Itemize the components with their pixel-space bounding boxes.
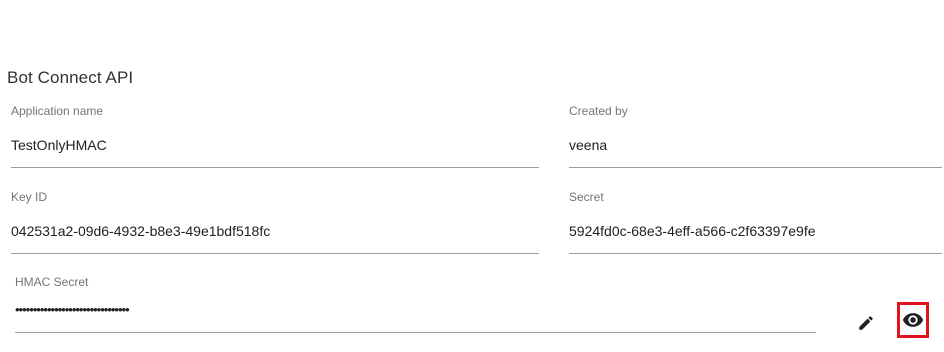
- application-name-value: TestOnlyHMAC: [11, 137, 107, 153]
- key-id-value: 042531a2-09d6-4932-b8e3-49e1bdf518fc: [11, 223, 271, 239]
- key-id-underline: [11, 253, 539, 254]
- application-name-underline: [11, 167, 539, 168]
- edit-hmac-secret-button[interactable]: [850, 307, 882, 339]
- created-by-label: Created by: [569, 104, 628, 118]
- pencil-icon: [859, 316, 873, 330]
- show-hmac-secret-button[interactable]: [897, 302, 929, 338]
- key-id-field: Key ID 042531a2-09d6-4932-b8e3-49e1bdf51…: [11, 190, 539, 254]
- eye-icon: [902, 313, 924, 327]
- created-by-underline: [569, 167, 942, 168]
- key-id-label: Key ID: [11, 190, 48, 204]
- created-by-field: Created by veena: [569, 104, 942, 168]
- secret-field: Secret 5924fd0c-68e3-4eff-a566-c2f63397e…: [569, 190, 942, 254]
- secret-underline: [569, 253, 942, 254]
- created-by-value: veena: [569, 137, 608, 153]
- hmac-secret-underline: [15, 332, 816, 333]
- application-name-label: Application name: [11, 104, 104, 118]
- hmac-secret-label: HMAC Secret: [15, 275, 89, 289]
- section-title: Bot Connect API: [7, 68, 134, 87]
- secret-value: 5924fd0c-68e3-4eff-a566-c2f63397e9fe: [569, 223, 816, 239]
- secret-label: Secret: [569, 190, 604, 204]
- hmac-secret-value[interactable]: ••••••••••••••••••••••••••••••••: [15, 302, 130, 318]
- bot-connect-api-panel: Bot Connect API Application name TestOnl…: [0, 0, 944, 352]
- application-name-field: Application name TestOnlyHMAC: [11, 104, 539, 168]
- hmac-secret-field[interactable]: HMAC Secret ••••••••••••••••••••••••••••…: [15, 275, 816, 333]
